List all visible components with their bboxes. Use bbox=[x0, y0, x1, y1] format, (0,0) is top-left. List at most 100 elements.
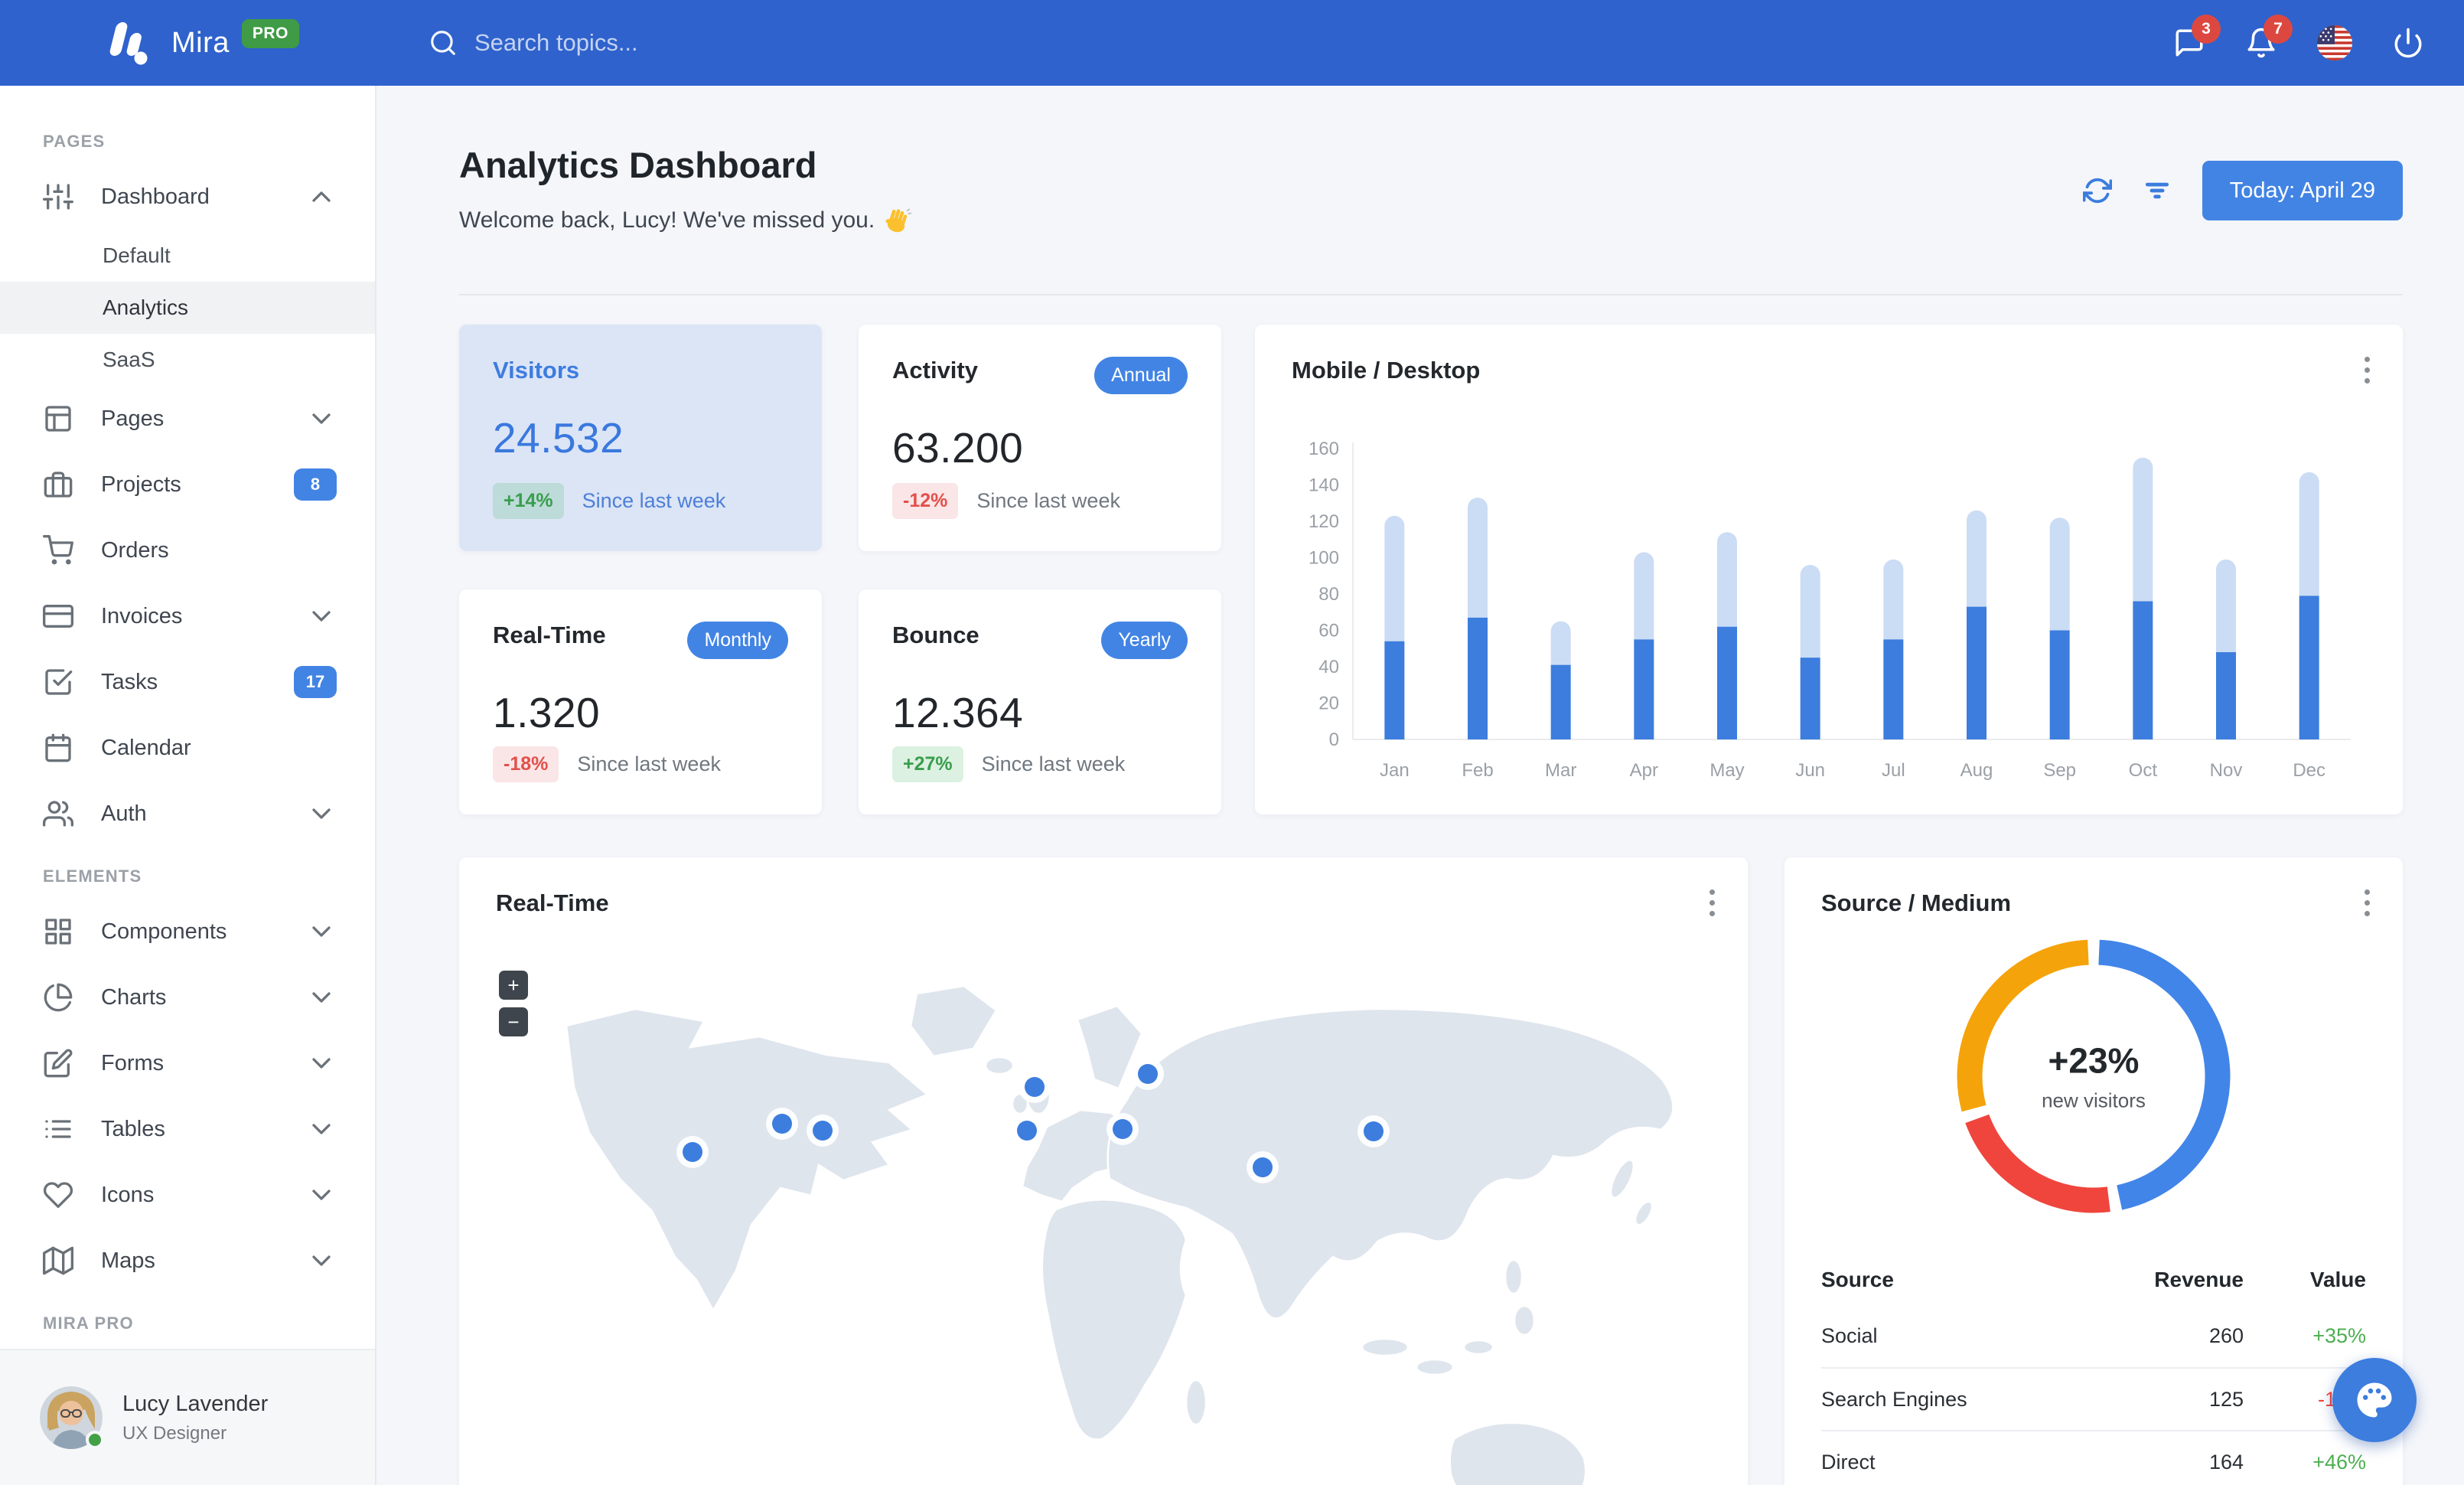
map-marker[interactable] bbox=[807, 1115, 839, 1147]
sidebar-item-forms[interactable]: Forms bbox=[0, 1030, 375, 1096]
sidebar-section-pages: PAGES bbox=[43, 132, 106, 151]
svg-text:Jul: Jul bbox=[1882, 760, 1905, 781]
kebab-menu-icon[interactable] bbox=[2365, 357, 2372, 383]
avatar bbox=[40, 1386, 104, 1449]
svg-text:Dec: Dec bbox=[2293, 760, 2325, 781]
map-marker[interactable] bbox=[1247, 1151, 1279, 1183]
language-flag-button[interactable] bbox=[2317, 25, 2352, 60]
realtime-map-card: Real-Time + − bbox=[459, 857, 1748, 1485]
check-square-icon bbox=[43, 667, 73, 697]
user-profile[interactable]: Lucy Lavender UX Designer bbox=[0, 1349, 375, 1485]
notifications-button[interactable]: 7 bbox=[2245, 15, 2293, 59]
messages-button[interactable]: 3 bbox=[2173, 15, 2221, 59]
stat-value: 12.364 bbox=[892, 689, 1024, 736]
chevron-down-icon bbox=[306, 1114, 337, 1144]
svg-text:80: 80 bbox=[1318, 584, 1339, 605]
sidebar-item-dashboard[interactable]: Dashboard bbox=[0, 164, 375, 230]
map-marker[interactable] bbox=[1132, 1058, 1164, 1090]
stat-title: Bounce bbox=[892, 622, 979, 648]
sidebar-item-maps[interactable]: Maps bbox=[0, 1228, 375, 1294]
sidebar-item-charts[interactable]: Charts bbox=[0, 964, 375, 1030]
svg-text:Jun: Jun bbox=[1795, 760, 1825, 781]
search-input[interactable] bbox=[474, 29, 903, 57]
kebab-menu-icon[interactable] bbox=[2365, 889, 2372, 916]
donut-center-label: +23% new visitors bbox=[2042, 1040, 2146, 1112]
power-icon bbox=[2394, 28, 2422, 58]
theme-settings-button[interactable] bbox=[2332, 1358, 2417, 1442]
sidebar-item-tasks[interactable]: Tasks 17 bbox=[0, 649, 375, 715]
sidebar-subitem-analytics[interactable]: Analytics bbox=[0, 282, 375, 334]
zoom-in-button[interactable]: + bbox=[499, 971, 528, 1000]
user-name: Lucy Lavender bbox=[122, 1391, 269, 1416]
sidebar-item-invoices[interactable]: Invoices bbox=[0, 583, 375, 649]
delta-pill: -18% bbox=[493, 746, 559, 782]
stat-title: Visitors bbox=[493, 357, 580, 383]
world-map bbox=[459, 949, 1748, 1485]
shopping-cart-icon bbox=[43, 535, 73, 566]
online-status-dot bbox=[86, 1431, 104, 1449]
map-zoom-controls: + − bbox=[499, 971, 528, 1036]
filter-icon[interactable] bbox=[2143, 176, 2172, 205]
map-marker[interactable] bbox=[766, 1108, 798, 1140]
map-marker[interactable] bbox=[676, 1136, 709, 1168]
page-title: Analytics Dashboard bbox=[459, 145, 817, 185]
svg-text:Oct: Oct bbox=[2129, 760, 2158, 781]
sidebar: PAGES Dashboard Default Analytics SaaS Pages P… bbox=[0, 86, 376, 1485]
svg-text:160: 160 bbox=[1309, 439, 1339, 459]
sidebar-item-tables[interactable]: Tables bbox=[0, 1096, 375, 1162]
brand[interactable]: Mira PRO bbox=[101, 19, 299, 67]
sidebar-section-mira-pro: MIRA PRO bbox=[43, 1314, 134, 1333]
map-title: Real-Time bbox=[496, 889, 609, 916]
map-marker[interactable] bbox=[1357, 1115, 1390, 1147]
sidebar-item-projects[interactable]: Projects 8 bbox=[0, 452, 375, 517]
table-row-direct: Direct 164 +46% bbox=[1821, 1430, 2366, 1485]
map-marker[interactable] bbox=[1019, 1071, 1051, 1103]
messages-count-badge: 3 bbox=[2192, 15, 2221, 44]
pro-badge: PRO bbox=[241, 19, 299, 48]
stat-value: 24.532 bbox=[493, 414, 624, 462]
svg-text:Mar: Mar bbox=[1545, 760, 1576, 781]
sidebar-subitem-default[interactable]: Default bbox=[0, 230, 375, 282]
kebab-menu-icon[interactable] bbox=[1709, 889, 1717, 916]
pie-chart-icon bbox=[43, 982, 73, 1013]
count-badge: 8 bbox=[294, 468, 337, 501]
date-picker-button[interactable]: Today: April 29 bbox=[2202, 161, 2403, 220]
map-icon bbox=[43, 1245, 73, 1276]
sidebar-item-pages[interactable]: Pages bbox=[0, 386, 375, 452]
logout-button[interactable] bbox=[2392, 27, 2424, 59]
chevron-down-icon bbox=[306, 1245, 337, 1276]
svg-text:Apr: Apr bbox=[1630, 760, 1658, 781]
chevron-down-icon bbox=[306, 982, 337, 1013]
waving-hand-icon bbox=[884, 207, 912, 234]
top-navbar: Mira PRO 3 7 bbox=[0, 0, 2464, 86]
sidebar-item-orders[interactable]: Orders bbox=[0, 517, 375, 583]
chevron-down-icon bbox=[306, 601, 337, 632]
zoom-out-button[interactable]: − bbox=[499, 1007, 528, 1036]
svg-text:120: 120 bbox=[1309, 511, 1339, 532]
sidebar-subitem-saas[interactable]: SaaS bbox=[0, 334, 375, 386]
stat-value: 63.200 bbox=[892, 424, 1024, 472]
heart-icon bbox=[43, 1180, 73, 1210]
mira-logo-icon bbox=[101, 19, 152, 67]
stat-value: 1.320 bbox=[493, 689, 601, 736]
delta-pill: +27% bbox=[892, 746, 963, 782]
chevron-down-icon bbox=[306, 916, 337, 947]
svg-text:20: 20 bbox=[1318, 694, 1339, 714]
sidebar-item-icons[interactable]: Icons bbox=[0, 1162, 375, 1228]
svg-text:100: 100 bbox=[1309, 548, 1339, 569]
chevron-down-icon bbox=[306, 403, 337, 434]
stat-card-activity: Activity Annual 63.200 -12% Since last week bbox=[859, 325, 1221, 551]
stat-note: Since last week bbox=[577, 752, 721, 775]
sidebar-item-auth[interactable]: Auth bbox=[0, 781, 375, 847]
sidebar-section-elements: ELEMENTS bbox=[43, 867, 142, 886]
notifications-count-badge: 7 bbox=[2264, 15, 2293, 44]
sidebar-item-components[interactable]: Components bbox=[0, 899, 375, 964]
refresh-icon[interactable] bbox=[2082, 176, 2112, 205]
sidebar-item-calendar[interactable]: Calendar bbox=[0, 715, 375, 781]
map-marker[interactable] bbox=[1011, 1115, 1043, 1147]
brand-name: Mira bbox=[171, 26, 230, 59]
header-actions: Today: April 29 bbox=[2082, 161, 2403, 220]
chevron-down-icon bbox=[306, 798, 337, 829]
chevron-down-icon bbox=[306, 1048, 337, 1079]
map-marker[interactable] bbox=[1107, 1113, 1139, 1145]
